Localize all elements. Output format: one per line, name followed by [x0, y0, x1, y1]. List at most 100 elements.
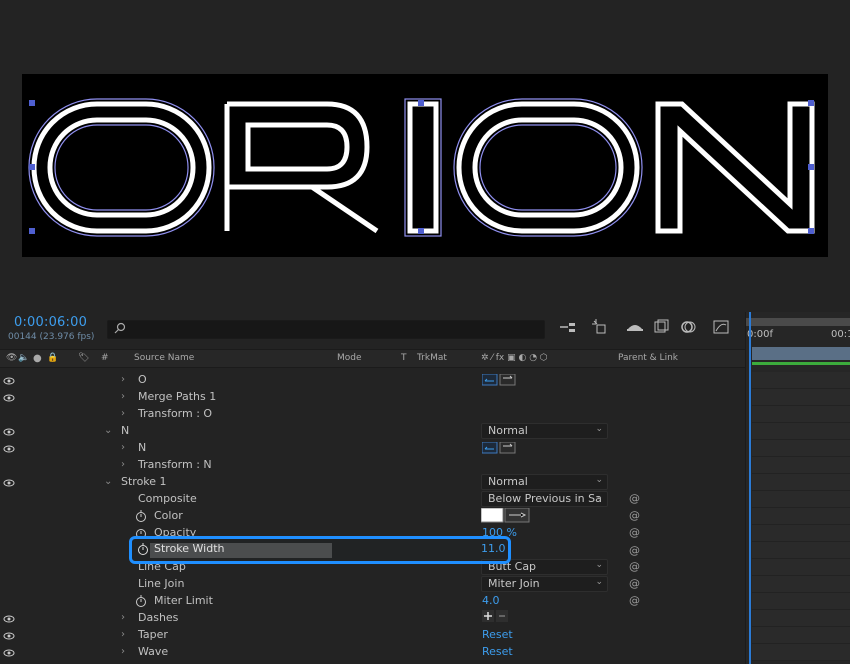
stroke-width-value[interactable]: 11.0	[481, 542, 506, 555]
eye-icon[interactable]	[3, 443, 15, 456]
graph-editor-icon[interactable]	[712, 319, 732, 337]
layer-row-o[interactable]: › O	[0, 371, 745, 388]
miter-limit-value[interactable]: 4.0	[482, 594, 500, 607]
audio-column-icon[interactable]: 🔈	[18, 353, 29, 363]
search-icon	[113, 322, 127, 337]
track-row	[752, 593, 850, 610]
work-area-bar[interactable]	[752, 347, 850, 360]
shy-layers-icon[interactable]	[625, 319, 645, 337]
chevron-down-icon: ⌄	[595, 475, 603, 485]
time-navigator-bar[interactable]	[746, 318, 850, 326]
ruler-next-label: 00:1	[831, 329, 850, 340]
chevron-down-icon: ⌄	[595, 577, 603, 587]
chevron-right-icon[interactable]: ›	[121, 391, 125, 402]
line-join-dropdown[interactable]: Miter Join ⌄	[481, 576, 608, 592]
pickwhip-icon[interactable]: @	[629, 492, 640, 505]
path-direction-icon[interactable]	[481, 441, 516, 457]
add-remove-dash-icon[interactable]	[482, 610, 510, 626]
layer-row-stroke-1[interactable]: ⌄ Stroke 1 Normal ⌄	[0, 473, 745, 490]
property-row-taper[interactable]: › Taper Reset	[0, 626, 745, 643]
composition-flowchart-icon[interactable]	[558, 319, 578, 337]
layer-row-merge-paths[interactable]: › Merge Paths 1	[0, 388, 745, 405]
chevron-down-icon[interactable]: ⌄	[104, 425, 112, 436]
eye-icon[interactable]	[3, 392, 15, 405]
eye-icon[interactable]	[3, 426, 15, 439]
property-row-dashes[interactable]: › Dashes	[0, 609, 745, 626]
stroke-width-highlight: Stroke Width 11.0	[129, 536, 511, 564]
row-label: Transform : N	[138, 458, 212, 471]
column-header: 👁 🔈 ● 🔒 🏷 # Source Name Mode T TrkMat ✲ …	[0, 349, 745, 368]
row-label: O	[138, 373, 147, 386]
solo-column-icon[interactable]: ●	[33, 353, 42, 364]
stopwatch-icon[interactable]	[137, 543, 149, 558]
stopwatch-icon[interactable]	[135, 510, 147, 525]
pickwhip-icon[interactable]: @	[629, 594, 640, 607]
track-row	[752, 644, 850, 661]
row-label: Miter Limit	[154, 594, 213, 607]
letter-o-outer	[31, 101, 212, 234]
eye-icon[interactable]	[3, 477, 15, 490]
property-row-miter-limit[interactable]: Miter Limit 4.0 @	[0, 592, 745, 609]
composite-dropdown[interactable]: Below Previous in Sa ⌄	[481, 491, 608, 507]
blend-mode-dropdown[interactable]: Normal ⌄	[481, 474, 608, 490]
layer-row-transform-o[interactable]: › Transform : O	[0, 405, 745, 422]
path-direction-icon[interactable]	[481, 373, 516, 389]
property-row-color[interactable]: Color @	[0, 507, 745, 524]
chevron-right-icon[interactable]: ›	[121, 459, 125, 470]
chevron-right-icon[interactable]: ›	[121, 374, 125, 385]
search-input[interactable]	[107, 320, 545, 339]
pickwhip-icon[interactable]: @	[629, 544, 640, 557]
timeline-panel: 0:00:06:00 00144 (23.976 fps) 👁 🔈 ● 🔒 🏷 …	[0, 312, 850, 664]
wave-reset-link[interactable]: Reset	[482, 645, 513, 658]
t-header: T	[401, 353, 407, 363]
motion-blur-icon[interactable]	[678, 319, 698, 337]
pickwhip-icon[interactable]: @	[629, 577, 640, 590]
chevron-right-icon[interactable]: ›	[121, 612, 125, 623]
chevron-right-icon[interactable]: ›	[121, 629, 125, 640]
property-row-composite[interactable]: Composite Below Previous in Sa ⌄ @	[0, 490, 745, 507]
layer-row-n-group[interactable]: ⌄ N Normal ⌄	[0, 422, 745, 439]
pickwhip-icon[interactable]: @	[629, 560, 640, 573]
track-row	[752, 508, 850, 525]
visibility-column-icon[interactable]: 👁	[6, 353, 17, 363]
chevron-right-icon[interactable]: ›	[121, 442, 125, 453]
composition-viewer	[0, 0, 850, 312]
composition-frame[interactable]	[22, 74, 828, 257]
chevron-right-icon[interactable]: ›	[121, 408, 125, 419]
property-row-wave[interactable]: › Wave Reset	[0, 643, 745, 660]
draft-3d-icon[interactable]	[591, 319, 611, 337]
playhead[interactable]	[749, 312, 751, 664]
label-column-icon[interactable]: 🏷	[78, 353, 89, 363]
pickwhip-icon[interactable]: @	[629, 509, 640, 522]
eye-icon[interactable]	[3, 375, 15, 388]
row-label: Color	[154, 509, 183, 522]
frame-blending-icon[interactable]	[652, 319, 672, 337]
frame-count: 00144 (23.976 fps)	[8, 332, 95, 342]
track-row	[752, 610, 850, 627]
property-row-line-join[interactable]: Line Join Miter Join ⌄ @	[0, 575, 745, 592]
eye-icon[interactable]	[3, 647, 15, 660]
layer-row-n-path[interactable]: › N	[0, 439, 745, 456]
source-name-header[interactable]: Source Name	[134, 353, 194, 363]
taper-reset-link[interactable]: Reset	[482, 628, 513, 641]
orion-text-graphic	[28, 98, 815, 237]
current-time[interactable]: 0:00:06:00	[14, 315, 87, 330]
lock-column-icon[interactable]: 🔒	[47, 353, 58, 363]
row-label: N	[138, 441, 147, 454]
eye-icon[interactable]	[3, 630, 15, 643]
timeline-track-area[interactable]: 0:00f 00:1	[745, 312, 850, 664]
chevron-down-icon[interactable]: ⌄	[104, 476, 112, 487]
chevron-down-icon: ⌄	[595, 424, 603, 434]
switches-header-icons: ✲ ⁄ fx ▣ ◐ ◔ ⬡	[481, 353, 548, 363]
stopwatch-icon[interactable]	[135, 595, 147, 610]
trkmat-header: TrkMat	[417, 353, 447, 363]
layer-row-transform-n[interactable]: › Transform : N	[0, 456, 745, 473]
parent-link-header: Parent & Link	[618, 353, 678, 363]
eye-icon[interactable]	[3, 613, 15, 626]
track-row	[752, 491, 850, 508]
row-label: Wave	[138, 645, 169, 658]
chevron-right-icon[interactable]: ›	[121, 646, 125, 657]
pickwhip-icon[interactable]: @	[629, 526, 640, 539]
row-label: Dashes	[138, 611, 179, 624]
blend-mode-dropdown[interactable]: Normal ⌄	[481, 423, 608, 439]
